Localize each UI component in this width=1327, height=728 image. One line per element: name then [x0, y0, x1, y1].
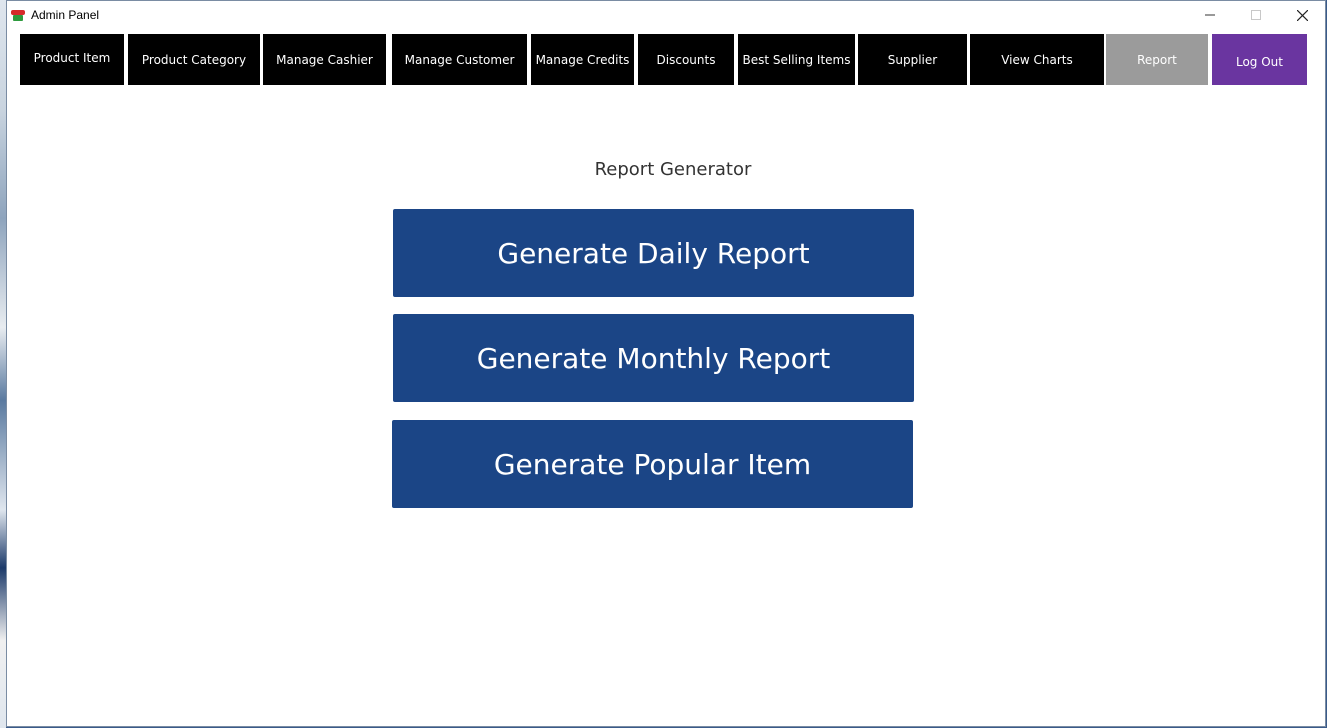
page-title: Report Generator: [594, 159, 752, 180]
admin-panel-window: Admin Panel Product Item Product Categor…: [6, 0, 1326, 727]
generate-popular-item-button[interactable]: Generate Popular Item: [392, 420, 913, 508]
nav-manage-cashier[interactable]: Manage Cashier: [263, 34, 386, 85]
generate-daily-report-button[interactable]: Generate Daily Report: [393, 209, 914, 297]
window-title: Admin Panel: [31, 8, 100, 22]
top-navigation: Product Item Product Category Manage Cas…: [7, 34, 1325, 85]
window-controls: [1187, 1, 1325, 29]
nav-manage-customer[interactable]: Manage Customer: [392, 34, 527, 85]
nav-product-item[interactable]: Product Item: [20, 34, 124, 85]
nav-manage-credits[interactable]: Manage Credits: [531, 34, 634, 85]
nav-report[interactable]: Report: [1106, 34, 1208, 85]
logout-button[interactable]: Log Out: [1212, 34, 1307, 85]
maximize-button[interactable]: [1233, 1, 1279, 29]
nav-supplier[interactable]: Supplier: [858, 34, 967, 85]
nav-best-selling-items[interactable]: Best Selling Items: [738, 34, 855, 85]
nav-product-category[interactable]: Product Category: [128, 34, 260, 85]
generate-monthly-report-button[interactable]: Generate Monthly Report: [393, 314, 914, 402]
app-logo-icon: [11, 8, 25, 22]
nav-view-charts[interactable]: View Charts: [970, 34, 1104, 85]
title-bar[interactable]: Admin Panel: [7, 1, 1325, 29]
close-icon: [1296, 9, 1308, 21]
minimize-button[interactable]: [1187, 1, 1233, 29]
maximize-icon: [1251, 10, 1261, 20]
minimize-icon: [1205, 14, 1215, 16]
nav-discounts[interactable]: Discounts: [638, 34, 734, 85]
close-button[interactable]: [1279, 1, 1325, 29]
